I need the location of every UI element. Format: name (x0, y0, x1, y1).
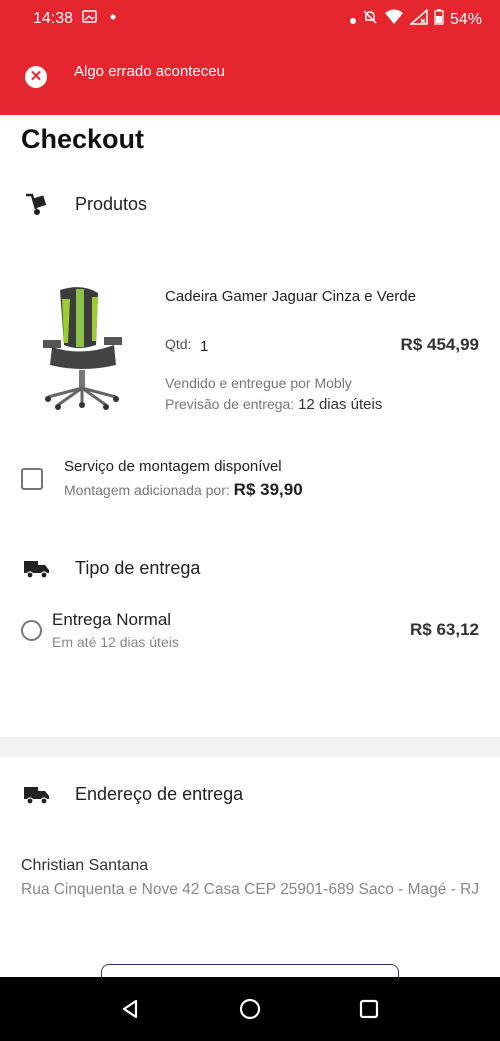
error-banner: 14:38 54% ✕ Algo errado aconteceu (0, 0, 500, 115)
battery-percent: 54% (449, 10, 482, 28)
address-line: Rua Cinquenta e Nove 42 Casa CEP 25901-6… (21, 881, 480, 898)
quantity-value[interactable]: 1 (200, 338, 208, 355)
delivery-estimate: Previsão de entrega: 12 dias úteis (165, 396, 382, 413)
address-section-title: Endereço de entrega (75, 783, 244, 804)
assembly-subtitle: Montagem adicionada por: R$ 39,90 (64, 480, 303, 500)
delivery-option-price: R$ 63,12 (410, 620, 479, 639)
truck-icon (22, 555, 52, 581)
sold-by-text: Vendido e entregue por Mobly (165, 375, 352, 391)
truck-icon (22, 781, 52, 807)
assembly-checkbox[interactable] (21, 468, 43, 490)
signal-icon (408, 8, 428, 30)
mute-icon (362, 9, 378, 30)
product-image[interactable] (38, 285, 126, 410)
close-circle-icon[interactable]: ✕ (25, 66, 47, 88)
delivery-option-radio[interactable] (21, 620, 42, 641)
delivery-option-name[interactable]: Entrega Normal (52, 610, 171, 630)
page-title: Checkout (21, 124, 145, 154)
hand-truck-icon (22, 191, 52, 217)
wifi-icon (384, 9, 404, 30)
products-section-header: Produtos (22, 191, 147, 217)
status-system-icons: 54% (349, 8, 482, 30)
delivery-estimate-label: Previsão de entrega: (165, 396, 295, 412)
address-name: Christian Santana (21, 857, 149, 874)
product-name[interactable]: Cadeira Gamer Jaguar Cinza e Verde (165, 288, 416, 305)
delivery-section-header: Tipo de entrega (22, 555, 200, 581)
assembly-price: R$ 39,90 (233, 480, 303, 499)
product-price: R$ 454,99 (400, 335, 479, 354)
status-time: 14:38 (33, 10, 74, 27)
delivery-section-title: Tipo de entrega (75, 557, 201, 578)
products-section-title: Produtos (75, 193, 148, 214)
system-navigation-bar (0, 977, 500, 1041)
recents-icon[interactable] (339, 977, 399, 1041)
back-icon[interactable] (100, 977, 160, 1041)
assembly-subtitle-label: Montagem adicionada por: (64, 482, 230, 498)
delivery-estimate-value: 12 dias úteis (298, 396, 383, 413)
battery-icon (434, 9, 444, 30)
home-icon[interactable] (220, 977, 280, 1041)
dot-icon (349, 11, 356, 29)
section-divider (0, 737, 500, 757)
assembly-title: Serviço de montagem disponível (64, 458, 282, 475)
status-notification-icons (82, 9, 116, 28)
address-section-header: Endereço de entrega (22, 781, 243, 807)
delivery-option-subtitle: Em até 12 dias úteis (52, 634, 179, 650)
error-message: Algo errado aconteceu (74, 63, 225, 80)
quantity-label: Qtd: (165, 336, 192, 352)
